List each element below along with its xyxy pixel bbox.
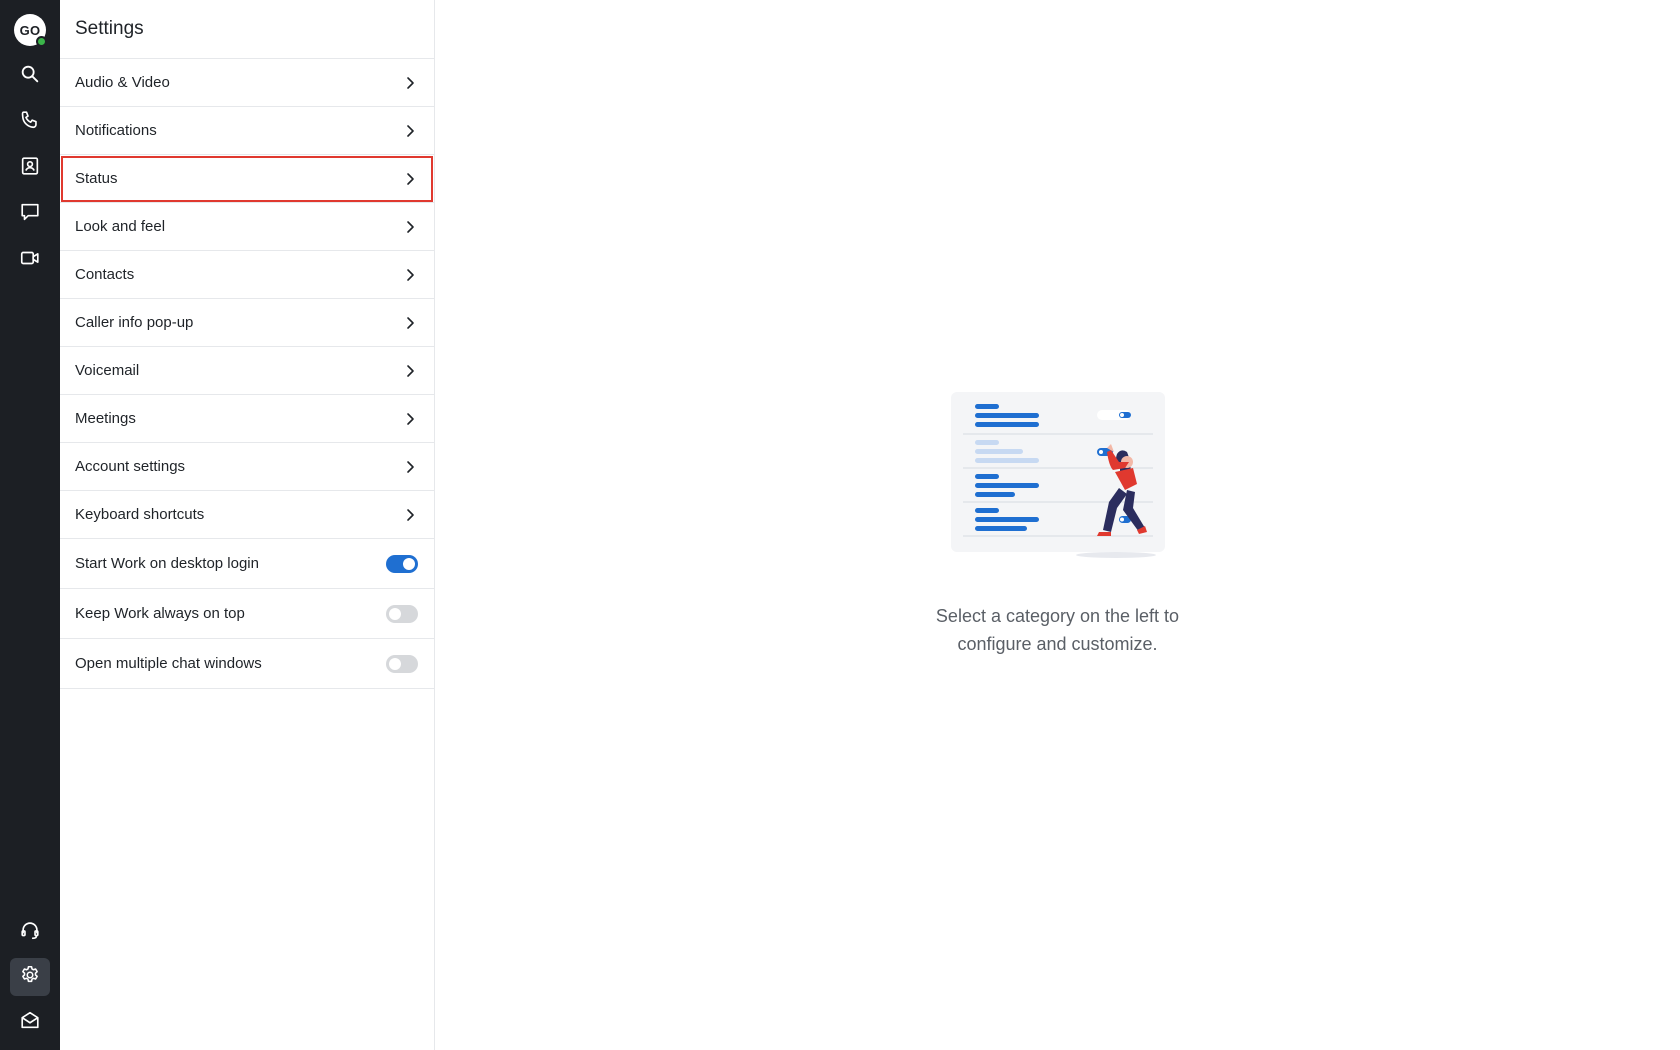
nav-contacts-button[interactable]	[10, 152, 50, 184]
chevron-right-icon	[402, 459, 418, 475]
settings-item-meetings[interactable]: Meetings	[60, 395, 434, 443]
settings-item-account-settings[interactable]: Account settings	[60, 443, 434, 491]
search-icon	[19, 63, 41, 90]
settings-item-label: Audio & Video	[75, 74, 170, 91]
settings-item-notifications[interactable]: Notifications	[60, 107, 434, 155]
settings-item-contacts[interactable]: Contacts	[60, 251, 434, 299]
setting-label: Start Work on desktop login	[75, 555, 259, 572]
avatar-initials: GO	[19, 22, 41, 38]
settings-item-keyboard-shortcuts[interactable]: Keyboard shortcuts	[60, 491, 434, 539]
settings-item-voicemail[interactable]: Voicemail	[60, 347, 434, 395]
nav-settings-button[interactable]	[10, 958, 50, 996]
settings-item-label: Look and feel	[75, 218, 166, 235]
nav-calls-button[interactable]	[10, 106, 50, 138]
nav-rail-top: GO	[10, 14, 50, 276]
setting-multiple-chat-windows: Open multiple chat windows	[60, 639, 434, 689]
gear-icon	[19, 964, 41, 991]
nav-rail-bottom	[10, 916, 50, 1038]
phone-icon	[19, 109, 41, 136]
empty-state-line-2: configure and customize.	[957, 634, 1158, 654]
start-on-login-toggle[interactable]	[386, 554, 418, 573]
setting-label: Open multiple chat windows	[75, 655, 262, 672]
settings-item-label: Keyboard shortcuts	[75, 506, 205, 523]
nav-chat-button[interactable]	[10, 198, 50, 230]
chevron-right-icon	[402, 315, 418, 331]
toggle-knob	[403, 557, 415, 570]
settings-item-label: Voicemail	[75, 362, 140, 379]
settings-header: Settings	[60, 0, 434, 59]
chevron-right-icon	[402, 219, 418, 235]
setting-label: Keep Work always on top	[75, 605, 245, 622]
chevron-right-icon	[402, 363, 418, 379]
app-window: GO Settings Audio & Video Notifications …	[0, 0, 1680, 1050]
nav-support-button[interactable]	[10, 916, 50, 948]
always-on-top-toggle[interactable]	[386, 604, 418, 623]
nav-mail-button[interactable]	[10, 1006, 50, 1038]
page-title: Settings	[75, 18, 144, 39]
headset-icon	[19, 919, 41, 946]
contacts-icon	[19, 155, 41, 182]
setting-always-on-top: Keep Work always on top	[60, 589, 434, 639]
chevron-right-icon	[402, 123, 418, 139]
presence-indicator	[36, 36, 47, 47]
settings-item-label: Status	[75, 170, 118, 187]
chevron-right-icon	[402, 507, 418, 523]
chevron-right-icon	[402, 411, 418, 427]
settings-panel: Settings Audio & Video Notifications Sta…	[60, 0, 435, 1050]
settings-item-label: Account settings	[75, 458, 186, 475]
settings-item-caller-info-popup[interactable]: Caller info pop-up	[60, 299, 434, 347]
chevron-right-icon	[402, 267, 418, 283]
nav-rail: GO	[0, 0, 60, 1050]
setting-start-on-login: Start Work on desktop login	[60, 539, 434, 589]
settings-detail-area: Select a category on the left to configu…	[435, 0, 1680, 1050]
mail-icon	[19, 1009, 41, 1036]
settings-illustration	[950, 392, 1165, 558]
empty-state-message: Select a category on the left to configu…	[898, 602, 1218, 658]
settings-item-label: Meetings	[75, 410, 136, 427]
settings-item-status[interactable]: Status	[60, 155, 434, 203]
settings-item-label: Notifications	[75, 122, 157, 139]
chevron-right-icon	[402, 75, 418, 91]
multiple-chat-windows-toggle[interactable]	[386, 654, 418, 673]
video-icon	[19, 247, 41, 274]
settings-item-label: Caller info pop-up	[75, 314, 194, 331]
chevron-right-icon	[402, 171, 418, 187]
avatar[interactable]: GO	[14, 14, 47, 47]
settings-item-audio-video[interactable]: Audio & Video	[60, 59, 434, 107]
nav-meetings-button[interactable]	[10, 244, 50, 276]
nav-search-button[interactable]	[10, 60, 50, 92]
empty-state-line-1: Select a category on the left to	[935, 606, 1180, 626]
settings-item-label: Contacts	[75, 266, 135, 283]
toggle-knob	[389, 657, 401, 670]
toggle-knob	[389, 607, 401, 620]
settings-item-look-and-feel[interactable]: Look and feel	[60, 203, 434, 251]
chat-icon	[19, 201, 41, 228]
